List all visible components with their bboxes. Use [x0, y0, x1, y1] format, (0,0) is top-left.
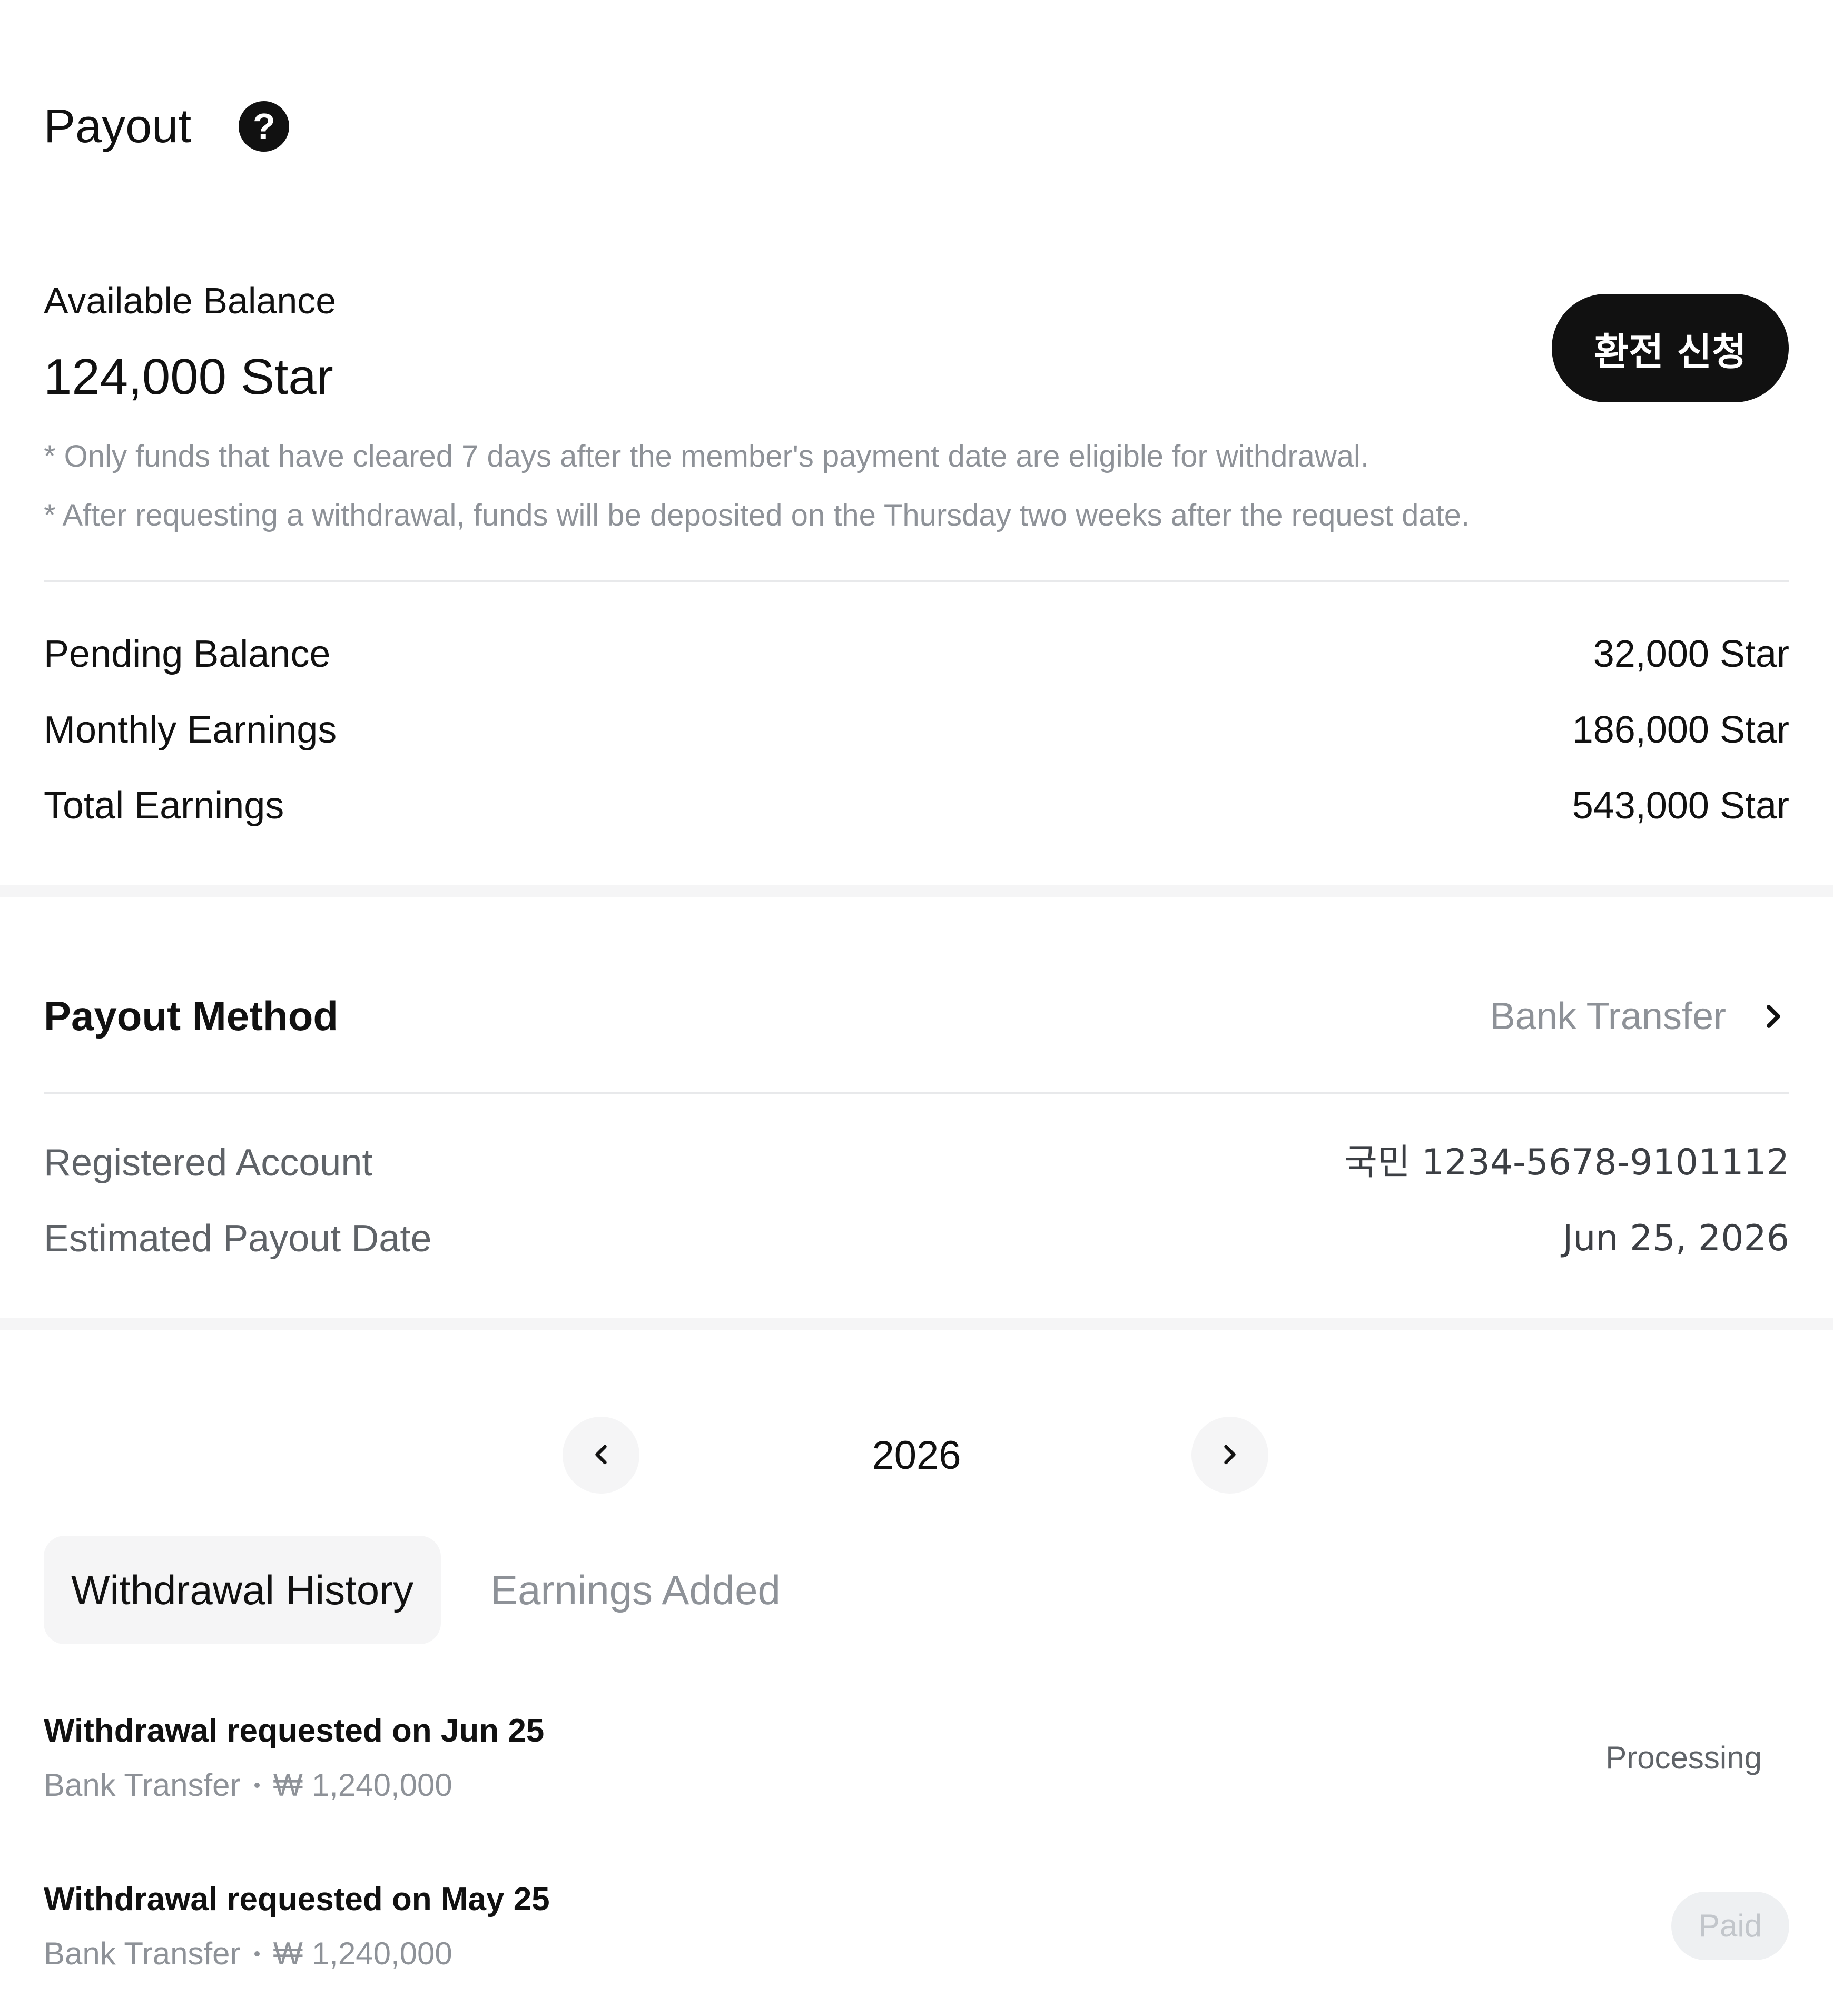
total-earnings-label: Total Earnings [44, 785, 284, 827]
estimated-payout-date-value: Jun 25, 2026 [1562, 1218, 1789, 1259]
chevron-right-icon [1222, 1444, 1238, 1467]
status-badge: Processing [1605, 1740, 1762, 1775]
pending-balance-label: Pending Balance [44, 633, 331, 675]
total-earnings-row: Total Earnings 543,000 Star [44, 787, 1789, 825]
eligibility-note: * Only funds that have cleared 7 days af… [44, 439, 1369, 473]
available-balance-value: 124,000 Star [44, 349, 333, 405]
year-label: 2026 [872, 1433, 961, 1478]
estimated-payout-date-label: Estimated Payout Date [44, 1218, 432, 1260]
history-tabs: Withdrawal History Earnings Added [44, 1536, 804, 1644]
history-item-details: Bank Transfer ₩ 1,240,000 [44, 1938, 452, 1970]
monthly-earnings-row: Monthly Earnings 186,000 Star [44, 711, 1789, 749]
next-year-button[interactable] [1191, 1417, 1268, 1494]
page-header: Payout ? [44, 90, 290, 163]
monthly-earnings-value: 186,000 Star [1572, 709, 1789, 751]
history-item-title: Withdrawal requested on Jun 25 [44, 1713, 545, 1749]
monthly-earnings-label: Monthly Earnings [44, 709, 337, 751]
total-earnings-value: 543,000 Star [1572, 785, 1789, 827]
pending-balance-row: Pending Balance 32,000 Star [44, 635, 1789, 673]
chevron-right-icon [1758, 1001, 1789, 1032]
pending-balance-value: 32,000 Star [1593, 633, 1789, 675]
year-navigation: 2026 [0, 1417, 1833, 1494]
status-badge: Paid [1671, 1892, 1789, 1960]
available-balance-label: Available Balance [44, 280, 337, 321]
history-item-title: Withdrawal requested on May 25 [44, 1881, 550, 1918]
registered-account-label: Registered Account [44, 1142, 373, 1184]
section-separator [0, 1318, 1833, 1330]
payout-method-title: Payout Method [44, 993, 338, 1039]
payout-method-value: Bank Transfer [1490, 995, 1726, 1037]
registered-account-row: Registered Account 국민 1234-5678-9101112 [44, 1144, 1789, 1182]
history-item-details: Bank Transfer ₩ 1,240,000 [44, 1770, 452, 1801]
tab-earnings-added[interactable]: Earnings Added [467, 1536, 804, 1644]
help-icon[interactable]: ? [239, 101, 290, 152]
divider [44, 1092, 1789, 1094]
separator-dot [254, 1783, 260, 1788]
list-item[interactable]: Withdrawal requested on May 25 Bank Tran… [44, 1879, 1789, 1984]
payout-page: Payout ? Available Balance 124,000 Star … [0, 0, 1833, 2016]
history-item-method: Bank Transfer [44, 1936, 241, 1971]
separator-dot [254, 1951, 260, 1956]
history-item-method: Bank Transfer [44, 1767, 241, 1803]
estimated-payout-date-row: Estimated Payout Date Jun 25, 2026 [44, 1220, 1789, 1258]
registered-account-value: 국민 1234-5678-9101112 [1344, 1142, 1789, 1183]
page-title: Payout [44, 100, 192, 153]
deposit-note: * After requesting a withdrawal, funds w… [44, 498, 1470, 532]
history-item-amount: ₩ 1,240,000 [273, 1936, 452, 1971]
list-item[interactable]: Withdrawal requested on Jun 25 Bank Tran… [44, 1711, 1789, 1816]
payout-method-selector[interactable]: Bank Transfer [1490, 990, 1789, 1043]
section-separator [0, 885, 1833, 897]
exchange-request-button[interactable]: 환전 신청 [1552, 294, 1789, 402]
tab-withdrawal-history[interactable]: Withdrawal History [44, 1536, 441, 1644]
history-item-amount: ₩ 1,240,000 [273, 1767, 452, 1803]
divider [44, 580, 1789, 582]
